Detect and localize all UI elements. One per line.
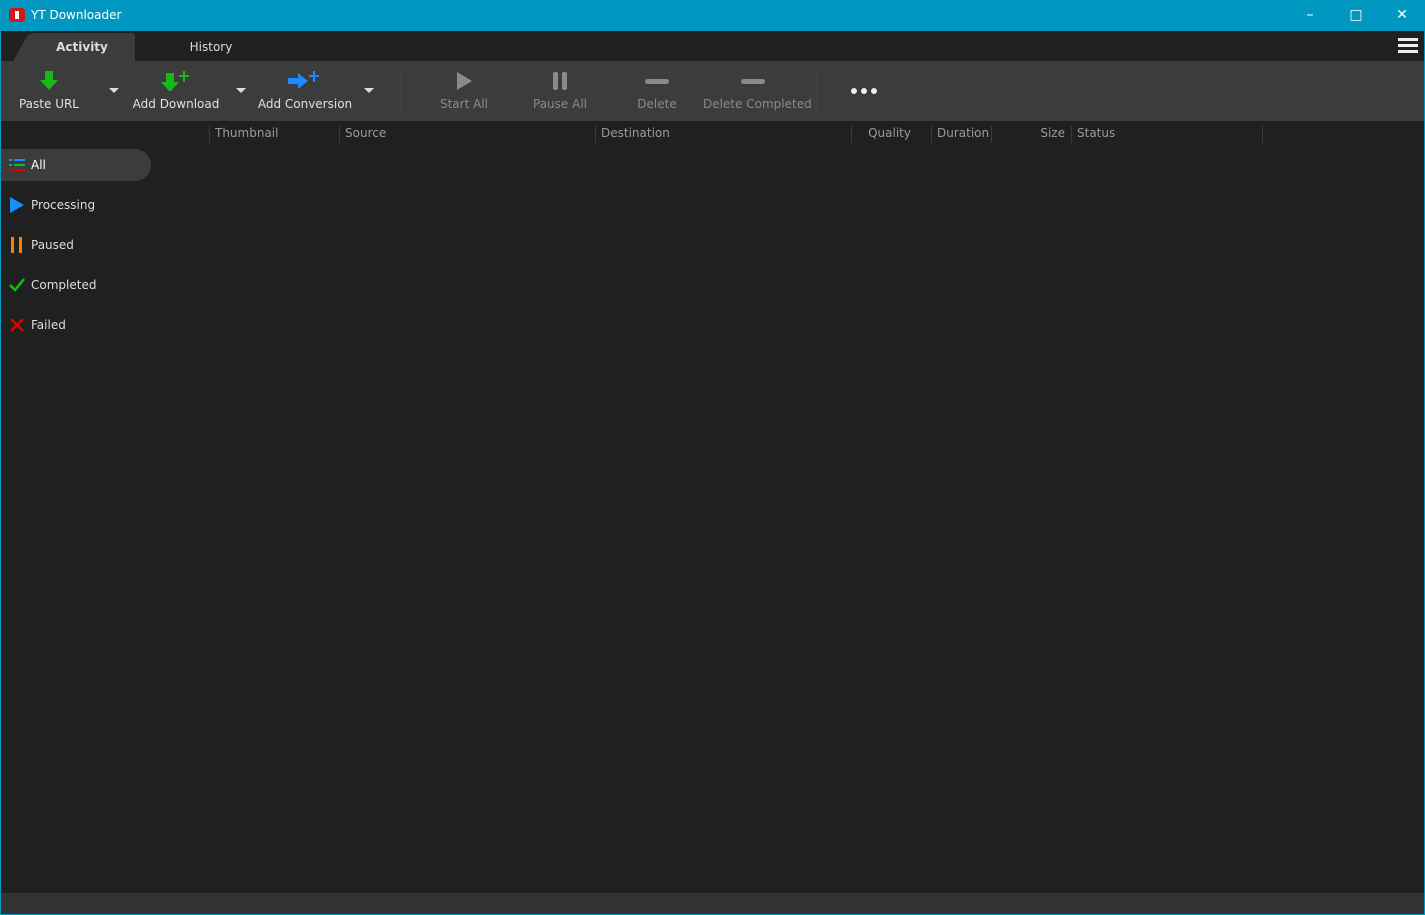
window-title: YT Downloader [31,8,122,22]
play-icon [10,197,24,213]
start-all-button[interactable]: Start All [431,61,497,121]
column-thumbnail[interactable]: Thumbnail [209,126,339,143]
x-icon [10,318,24,332]
minimize-button[interactable]: – [1287,0,1333,31]
sidebar-item-failed[interactable]: Failed [1,309,151,341]
paste-url-label: Paste URL [18,97,79,111]
sidebar-item-paused[interactable]: Paused [1,229,151,261]
delete-completed-button[interactable]: Delete Completed [703,61,812,121]
hamburger-menu-icon[interactable] [1398,38,1418,54]
tab-bar: Activity History [1,31,1424,61]
column-quality[interactable]: Quality [851,126,931,143]
paste-url-button[interactable]: Paste URL [11,61,87,121]
column-destination[interactable]: Destination [595,126,851,143]
close-button[interactable]: ✕ [1379,0,1425,31]
pause-icon [11,237,22,253]
sidebar-item-completed[interactable]: Completed [1,269,151,301]
delete-button[interactable]: Delete [627,61,687,121]
minus-icon [645,79,669,84]
sidebar-item-processing[interactable]: Processing [1,189,151,221]
pause-all-button[interactable]: Pause All [527,61,593,121]
column-status[interactable]: Status [1071,126,1263,143]
sidebar-item-label: Failed [31,318,66,332]
sidebar-item-label: Processing [31,198,96,212]
start-all-label: Start All [439,97,488,111]
app-logo-icon [9,8,25,22]
sidebar-item-label: Paused [31,238,74,252]
column-size[interactable]: Size [991,126,1071,143]
add-conversion-button[interactable]: Add Conversion [257,61,353,121]
delete-label: Delete [637,97,677,111]
delete-completed-label: Delete Completed [703,97,812,111]
play-icon [457,72,472,90]
list-icon [9,159,25,171]
add-conversion-icon [288,71,319,89]
toolbar-separator [817,69,818,113]
sidebar-item-all[interactable]: All [1,149,151,181]
download-arrow-icon [40,71,58,90]
checkmark-icon [9,278,25,292]
maximize-button[interactable]: □ [1333,0,1379,31]
add-conversion-label: Add Conversion [257,97,353,111]
add-download-button[interactable]: Add Download [131,61,221,121]
sidebar-item-label: Completed [31,278,97,292]
add-conversion-dropdown[interactable] [364,88,374,93]
more-dots-icon [851,88,877,94]
minus-icon [741,79,765,84]
column-source[interactable]: Source [339,126,595,143]
column-duration[interactable]: Duration [931,126,991,143]
main-window: Activity History Paste URL Add Download … [1,31,1424,914]
pause-all-label: Pause All [533,97,587,111]
add-download-dropdown[interactable] [236,88,246,93]
toolbar: Paste URL Add Download Add Conversion St… [1,61,1424,121]
more-button[interactable] [841,61,887,121]
sidebar: All Processing Paused Completed Failed [1,149,151,349]
title-bar: YT Downloader – □ ✕ [0,0,1425,31]
tab-activity[interactable]: Activity [13,33,135,61]
table-header: Thumbnail Source Destination Quality Dur… [1,121,1424,143]
add-download-label: Add Download [132,97,220,111]
tab-history[interactable]: History [161,33,261,61]
paste-url-dropdown[interactable] [109,88,119,93]
pause-icon [553,72,567,90]
status-bar [1,893,1424,914]
toolbar-separator [401,69,402,113]
add-download-icon [161,71,189,91]
sidebar-item-label: All [31,158,46,172]
